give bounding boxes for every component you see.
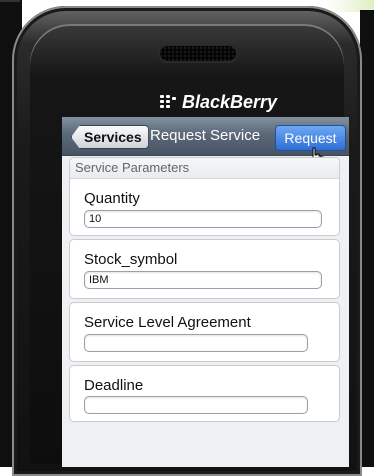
background-right xyxy=(360,10,374,467)
background-line xyxy=(0,0,20,2)
sla-field[interactable] xyxy=(84,334,308,352)
sla-label: Service Level Agreement xyxy=(84,314,251,331)
device-screen: Services Request Service Request Service… xyxy=(62,117,349,467)
service-parameters-card: Service Parameters Quantity xyxy=(69,157,340,236)
form-container: Service Parameters Quantity Stock_symbol… xyxy=(69,157,340,425)
stock-symbol-card: Stock_symbol xyxy=(69,239,340,299)
navigation-bar: Services Request Service Request xyxy=(62,117,349,156)
speaker-grille xyxy=(160,46,236,61)
blackberry-icon xyxy=(160,95,178,109)
deadline-field[interactable] xyxy=(84,396,308,414)
section-header: Service Parameters xyxy=(70,158,339,179)
deadline-label: Deadline xyxy=(84,377,144,394)
brand-name: BlackBerry xyxy=(182,91,278,112)
brand-logo: BlackBerry xyxy=(160,90,277,114)
stock-symbol-field[interactable] xyxy=(84,271,322,289)
quantity-label: Quantity xyxy=(84,190,140,207)
sla-card: Service Level Agreement xyxy=(69,302,340,362)
stock-symbol-label: Stock_symbol xyxy=(84,251,178,268)
quantity-field[interactable] xyxy=(84,210,322,228)
deadline-card: Deadline xyxy=(69,365,340,422)
back-button[interactable]: Services xyxy=(71,125,149,149)
page-title: Request Service xyxy=(150,127,261,144)
